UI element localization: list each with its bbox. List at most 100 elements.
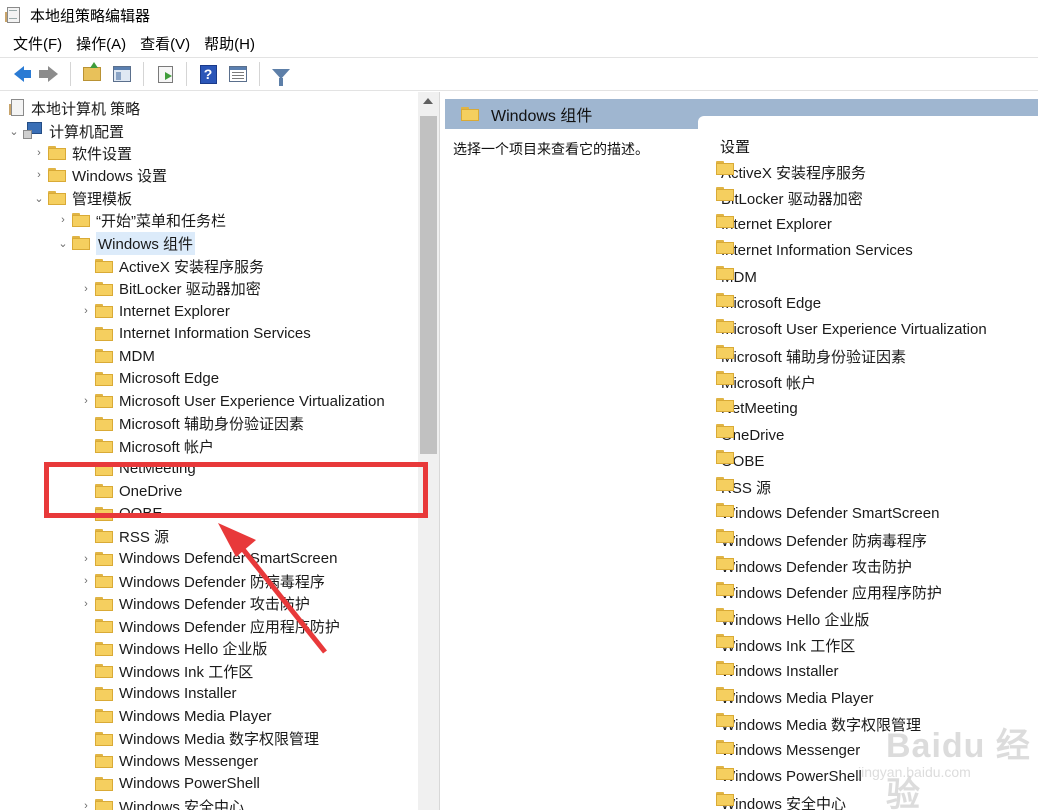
menu-view[interactable]: 查看(V) (133, 33, 197, 54)
tree-item[interactable]: Windows Messenger (80, 750, 258, 772)
tree-item[interactable]: Windows Media Player (80, 705, 272, 727)
tree-item-software-settings[interactable]: › 软件设置 (33, 142, 132, 164)
tree-item[interactable]: Windows Ink 工作区 (80, 660, 253, 682)
tree-item-root[interactable]: 本地计算机 策略 (6, 97, 140, 119)
forward-icon (39, 66, 58, 82)
column-header-settings[interactable]: 设置 (720, 136, 750, 157)
tree-item[interactable]: Windows Hello 企业版 (80, 638, 267, 660)
settings-list-item[interactable]: Internet Information Services (716, 239, 913, 262)
tree-item[interactable]: › Windows Defender SmartScreen (80, 548, 337, 570)
settings-list-item[interactable]: Windows 安全中心 (716, 792, 846, 810)
settings-list-item[interactable]: Microsoft 辅助身份验证因素 (716, 345, 906, 367)
tree-item[interactable]: › Internet Explorer (80, 300, 230, 322)
chevron-right-icon[interactable]: › (80, 795, 92, 810)
settings-list-item[interactable]: OOBE (716, 450, 764, 472)
settings-list-item[interactable]: NetMeeting (716, 397, 798, 420)
settings-list-label: BitLocker 驱动器加密 (721, 190, 863, 208)
chevron-down-icon[interactable]: ⌄ (33, 187, 45, 209)
tree-item[interactable]: › Windows 安全中心 (80, 795, 244, 810)
tree-item-computer-config[interactable]: ⌄ 计算机配置 (8, 120, 124, 142)
chevron-right-icon[interactable]: › (80, 570, 92, 592)
tree-item-start-menu[interactable]: › “开始”菜单和任务栏 (57, 209, 226, 231)
back-button[interactable] (6, 61, 32, 87)
tree-item[interactable]: ActiveX 安装程序服务 (80, 255, 264, 277)
settings-list-item[interactable]: Microsoft User Experience Virtualization (716, 318, 987, 341)
settings-list-item[interactable]: RSS 源 (716, 476, 771, 499)
forward-button[interactable] (36, 61, 62, 87)
tree-item-label: Windows Defender 攻击防护 (119, 596, 310, 613)
tree-item-windows-components[interactable]: ⌄ Windows 组件 (57, 231, 196, 255)
up-folder-icon (83, 62, 101, 81)
help-button[interactable]: ? (195, 61, 221, 87)
settings-list-item[interactable]: Windows Media Player (716, 687, 874, 709)
tree-item[interactable]: Windows Defender 应用程序防护 (80, 615, 340, 637)
tree-item-label: Windows Installer (119, 685, 237, 702)
settings-list-item[interactable]: Windows Defender SmartScreen (716, 502, 939, 525)
chevron-right-icon[interactable]: › (80, 390, 92, 412)
tree-item[interactable]: RSS 源 (80, 525, 169, 547)
settings-list-item[interactable]: Microsoft Edge (716, 292, 821, 315)
window-title: 本地组策略编辑器 (30, 7, 151, 25)
settings-list-item[interactable]: Microsoft 帐户 (716, 371, 816, 393)
tree-item[interactable]: › BitLocker 驱动器加密 (80, 278, 261, 300)
tree-item[interactable]: MDM (80, 345, 155, 367)
tree-item[interactable]: › Microsoft User Experience Virtualizatio… (80, 390, 385, 412)
settings-list-label: Internet Information Services (721, 242, 913, 260)
folder-icon (95, 686, 113, 701)
settings-list-item[interactable]: OneDrive (716, 424, 784, 446)
tree-item[interactable]: Windows PowerShell (80, 773, 260, 795)
settings-list-item[interactable]: Windows Defender 防病毒程序 (716, 529, 927, 551)
menu-bar: 文件(F) 操作(A) 查看(V) 帮助(H) (0, 30, 1038, 56)
settings-list-item[interactable]: BitLocker 驱动器加密 (716, 187, 863, 209)
tree-scrollbar[interactable] (418, 92, 439, 810)
tree-item[interactable]: Internet Information Services (80, 323, 311, 345)
chevron-right-icon[interactable]: › (80, 548, 92, 570)
settings-list-item[interactable]: Windows Hello 企业版 (716, 608, 869, 630)
tree-item[interactable]: Windows Media 数字权限管理 (80, 728, 319, 750)
export-list-button[interactable] (152, 61, 178, 87)
tree-item-windows-settings[interactable]: › Windows 设置 (33, 164, 167, 186)
tree-item[interactable]: › Windows Defender 攻击防护 (80, 593, 310, 615)
policy-icon (9, 99, 25, 117)
scroll-up-icon[interactable] (423, 98, 433, 104)
menu-action[interactable]: 操作(A) (69, 33, 133, 54)
tree-item[interactable]: Microsoft 辅助身份验证因素 (80, 413, 304, 435)
chevron-right-icon[interactable]: › (80, 278, 92, 300)
settings-list-item[interactable]: Windows Defender 攻击防护 (716, 555, 912, 578)
settings-list-item[interactable]: Windows Defender 应用程序防护 (716, 581, 942, 604)
properties-button[interactable] (225, 61, 251, 87)
menu-file[interactable]: 文件(F) (6, 33, 69, 54)
show-hide-tree-button[interactable] (109, 61, 135, 87)
folder-icon (95, 349, 113, 363)
settings-list-item[interactable]: Windows Installer (716, 660, 839, 683)
tree-item[interactable]: Windows Installer (80, 683, 237, 705)
settings-list-item[interactable]: Internet Explorer (716, 213, 832, 236)
folder-icon (95, 416, 113, 431)
filter-button[interactable] (268, 61, 294, 87)
chevron-right-icon[interactable]: › (80, 300, 92, 322)
settings-list-item[interactable]: Windows Ink 工作区 (716, 634, 855, 656)
chevron-right-icon[interactable]: › (33, 164, 45, 186)
tree-item[interactable]: Microsoft 帐户 (80, 435, 214, 457)
tree-item[interactable]: Microsoft Edge (80, 368, 219, 390)
watermark-url: jingyan.baidu.com (858, 764, 971, 780)
tree-item-admin-templates[interactable]: ⌄ 管理模板 (33, 187, 132, 209)
folder-icon (48, 168, 66, 182)
settings-list-item[interactable]: Windows PowerShell (716, 765, 862, 788)
settings-list-item[interactable]: MDM (716, 266, 757, 288)
chevron-right-icon[interactable]: › (57, 209, 69, 231)
chevron-down-icon[interactable]: ⌄ (8, 120, 20, 142)
tree-item[interactable]: › Windows Defender 防病毒程序 (80, 570, 325, 592)
settings-list-item[interactable]: ActiveX 安装程序服务 (716, 161, 866, 183)
settings-list-item[interactable]: Windows Messenger (716, 739, 860, 762)
folder-icon (72, 213, 90, 227)
chevron-down-icon[interactable]: ⌄ (57, 232, 69, 254)
chevron-right-icon[interactable]: › (33, 142, 45, 164)
settings-list-label: Microsoft User Experience Virtualization (721, 321, 987, 339)
up-folder-button[interactable] (79, 61, 105, 87)
scroll-thumb[interactable] (420, 116, 437, 454)
menu-help[interactable]: 帮助(H) (197, 33, 262, 54)
chevron-right-icon[interactable]: › (80, 593, 92, 615)
